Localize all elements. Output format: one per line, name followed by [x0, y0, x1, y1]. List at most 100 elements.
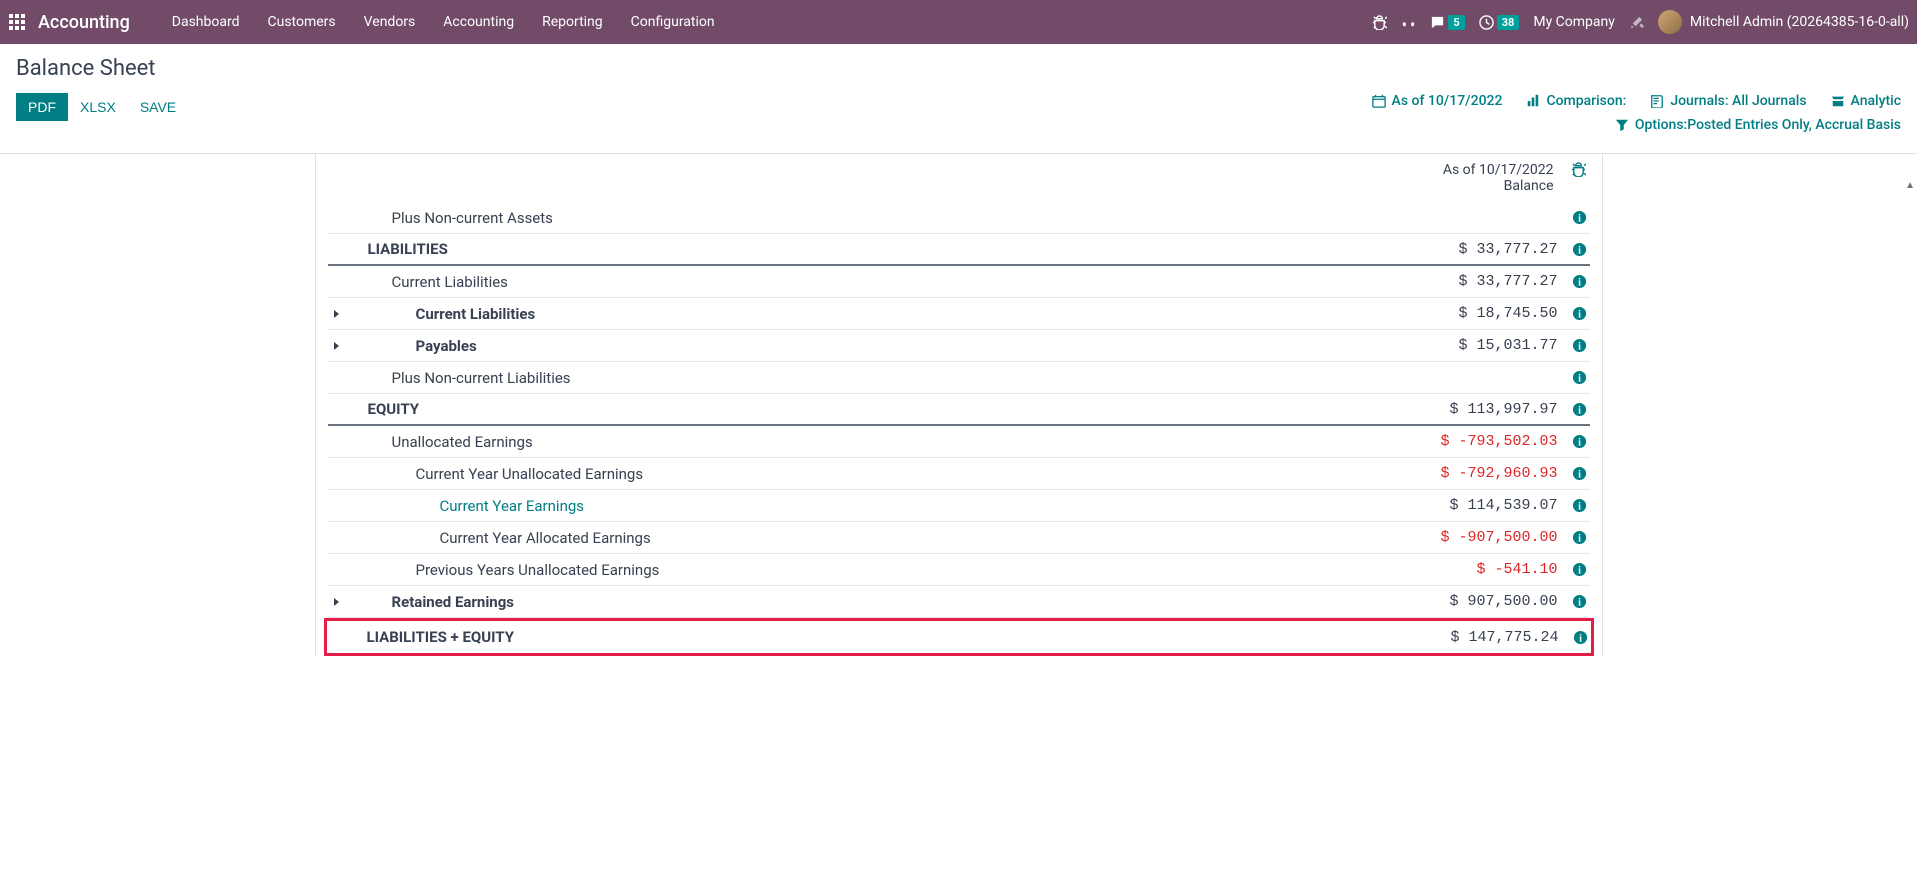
info-icon[interactable]: i: [1570, 530, 1590, 545]
topbar-right: 5 38 My Company Mitchell Admin (20264385…: [1372, 10, 1909, 34]
info-icon[interactable]: i: [1570, 370, 1590, 385]
filter-comparison[interactable]: Comparison:: [1526, 93, 1626, 109]
row-value: $ 147,775.24: [1391, 629, 1571, 646]
info-icon[interactable]: i: [1570, 242, 1590, 257]
row-value: $ 33,777.27: [1390, 241, 1570, 258]
svg-text:i: i: [1579, 633, 1582, 644]
nav-item-configuration[interactable]: Configuration: [617, 0, 729, 44]
toolbar-left: PDF XLSX SAVE: [16, 93, 188, 121]
nav-item-customers[interactable]: Customers: [254, 0, 350, 44]
app-name[interactable]: Accounting: [38, 12, 130, 33]
row-label: Plus Non-current Assets: [344, 209, 1390, 227]
row-value: $ 114,539.07: [1390, 497, 1570, 514]
balance-label: Balance: [1443, 178, 1554, 194]
page-title: Balance Sheet: [16, 56, 1901, 81]
toolbar-right: As of 10/17/2022 Comparison: Journals: A…: [1372, 93, 1901, 141]
report-row: Retained Earnings$ 907,500.00i: [328, 586, 1590, 618]
topbar: Accounting DashboardCustomersVendorsAcco…: [0, 0, 1917, 44]
filter-journals[interactable]: Journals: All Journals: [1650, 93, 1806, 109]
row-label: Current Year Unallocated Earnings: [344, 465, 1390, 483]
svg-text:i: i: [1578, 309, 1581, 320]
debug-icon[interactable]: [1372, 15, 1387, 30]
row-label: LIABILITIES + EQUITY: [343, 628, 1391, 646]
highlight-box: LIABILITIES + EQUITY$ 147,775.24 i: [324, 618, 1594, 656]
apps-icon[interactable]: [8, 13, 26, 31]
report-container: As of 10/17/2022 Balance Plus Non-curren…: [239, 154, 1679, 656]
company-switcher[interactable]: My Company: [1533, 14, 1615, 30]
info-icon[interactable]: i: [1570, 402, 1590, 417]
svg-text:i: i: [1578, 501, 1581, 512]
nav-item-vendors[interactable]: Vendors: [350, 0, 430, 44]
report-row: Previous Years Unallocated Earnings$ -54…: [328, 554, 1590, 586]
nav-item-reporting[interactable]: Reporting: [528, 0, 617, 44]
info-icon[interactable]: i: [1570, 498, 1590, 513]
expand-caret-icon[interactable]: [328, 597, 344, 607]
report-row: Current Year Earnings$ 114,539.07 i: [328, 490, 1590, 522]
filter-analytic[interactable]: Analytic: [1831, 93, 1901, 109]
nav-item-dashboard[interactable]: Dashboard: [158, 0, 254, 44]
row-value: $ -541.10: [1390, 561, 1570, 578]
support-icon[interactable]: [1401, 15, 1416, 30]
row-label[interactable]: Current Year Earnings: [344, 497, 1390, 515]
filter-row-1: As of 10/17/2022 Comparison: Journals: A…: [1372, 93, 1901, 109]
svg-text:i: i: [1578, 533, 1581, 544]
scroll-up-arrow[interactable]: ▲: [1905, 180, 1915, 191]
activities-badge: 38: [1497, 15, 1520, 30]
report-row: Current Liabilities$ 18,745.50 i: [328, 298, 1590, 330]
info-icon[interactable]: i: [1570, 210, 1590, 225]
report-row: Current Year Unallocated Earnings$ -792,…: [328, 458, 1590, 490]
report-row: EQUITY$ 113,997.97i: [328, 394, 1590, 426]
row-label: Current Liabilities: [344, 305, 1390, 323]
info-icon[interactable]: i: [1570, 434, 1590, 449]
date-label: As of 10/17/2022: [1443, 162, 1554, 178]
svg-text:i: i: [1578, 245, 1581, 256]
activities-icon[interactable]: 38: [1479, 15, 1520, 30]
report-rows: Plus Non-current AssetsiLIABILITIES$ 33,…: [328, 202, 1590, 656]
svg-text:i: i: [1578, 213, 1581, 224]
info-icon[interactable]: i: [1570, 594, 1590, 609]
nav-menu: DashboardCustomersVendorsAccountingRepor…: [158, 0, 729, 44]
xlsx-button[interactable]: XLSX: [68, 93, 128, 121]
info-icon[interactable]: i: [1570, 338, 1590, 353]
info-icon[interactable]: i: [1570, 274, 1590, 289]
expand-caret-icon[interactable]: [328, 309, 344, 319]
row-label: EQUITY: [344, 400, 1390, 418]
nav-item-accounting[interactable]: Accounting: [429, 0, 528, 44]
row-value: $ 113,997.97: [1390, 401, 1570, 418]
svg-text:i: i: [1578, 341, 1581, 352]
row-value: $ 15,031.77: [1390, 337, 1570, 354]
messages-badge: 5: [1448, 15, 1464, 30]
page-header: Balance Sheet: [0, 44, 1917, 81]
expand-caret-icon[interactable]: [328, 341, 344, 351]
report-row: Current Year Allocated Earnings$ -907,50…: [328, 522, 1590, 554]
pdf-button[interactable]: PDF: [16, 93, 68, 121]
row-value: $ 907,500.00: [1390, 593, 1570, 610]
info-icon[interactable]: i: [1571, 630, 1591, 645]
messages-icon[interactable]: 5: [1430, 15, 1464, 30]
row-label: Previous Years Unallocated Earnings: [344, 561, 1390, 579]
info-icon[interactable]: i: [1570, 306, 1590, 321]
report-row: LIABILITIES$ 33,777.27i: [328, 234, 1590, 266]
user-menu[interactable]: Mitchell Admin (20264385-16-0-all): [1658, 10, 1909, 34]
report-row: LIABILITIES + EQUITY$ 147,775.24 i: [327, 621, 1591, 653]
svg-text:i: i: [1578, 469, 1581, 480]
row-value: $ -792,960.93: [1390, 465, 1570, 482]
row-label: Plus Non-current Liabilities: [344, 369, 1390, 387]
row-label: Unallocated Earnings: [344, 433, 1390, 451]
row-label: Current Liabilities: [344, 273, 1390, 291]
info-icon[interactable]: i: [1570, 466, 1590, 481]
filter-options[interactable]: Options:Posted Entries Only, Accrual Bas…: [1615, 117, 1901, 133]
report-row: Plus Non-current Assets i: [328, 202, 1590, 234]
report-debug-icon[interactable]: [1571, 162, 1586, 181]
row-value: $ 33,777.27: [1390, 273, 1570, 290]
svg-text:i: i: [1578, 597, 1581, 608]
report-row: Unallocated Earnings$ -793,502.03i: [328, 426, 1590, 458]
report-scroll: As of 10/17/2022 Balance Plus Non-curren…: [315, 154, 1603, 656]
row-value: $ -793,502.03: [1390, 433, 1570, 450]
save-button[interactable]: SAVE: [128, 93, 188, 121]
tools-icon[interactable]: [1629, 15, 1644, 30]
row-value: $ 18,745.50: [1390, 305, 1570, 322]
filter-date[interactable]: As of 10/17/2022: [1372, 93, 1503, 109]
row-label: Payables: [344, 337, 1390, 355]
info-icon[interactable]: i: [1570, 562, 1590, 577]
